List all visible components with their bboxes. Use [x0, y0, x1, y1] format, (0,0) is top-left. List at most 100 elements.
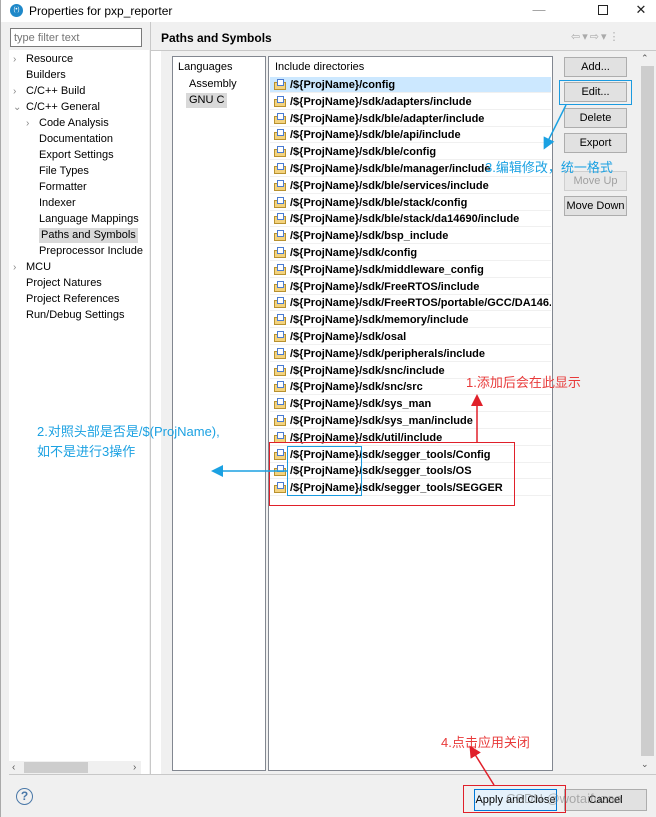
tree-item[interactable]: Indexer: [39, 196, 76, 211]
include-path: /${ProjName}/sdk/snc/src: [290, 381, 423, 394]
scroll-down-icon[interactable]: ⌄: [641, 759, 649, 770]
include-directories-header: Include directories: [275, 61, 365, 73]
include-row[interactable]: /${ProjName}/sdk/bsp_include: [270, 228, 551, 245]
languages-list: Languages Assembly GNU C: [172, 56, 266, 771]
chevron-right-icon[interactable]: ›: [13, 52, 16, 67]
tree-item[interactable]: Export Settings: [39, 148, 114, 163]
tree-item-label: Indexer: [39, 197, 76, 209]
include-path: /${ProjName}/sdk/middleware_config: [290, 263, 484, 276]
more-options-icon[interactable]: ⋮: [609, 31, 622, 43]
scroll-up-icon[interactable]: ⌃: [641, 53, 649, 64]
include-folder-icon: [274, 79, 287, 90]
tree-item-label: File Types: [39, 165, 89, 177]
eclipse-app-icon: (•): [10, 4, 23, 17]
tree-horizontal-scrollbar[interactable]: ‹ ›: [9, 761, 141, 774]
tree-item[interactable]: Project Natures: [26, 276, 102, 291]
include-folder-icon: [274, 381, 287, 393]
include-path: /${ProjName}/sdk/sys_man: [290, 398, 432, 411]
scroll-thumb[interactable]: [24, 762, 88, 773]
scroll-thumb[interactable]: [641, 66, 654, 756]
tree-item[interactable]: Preprocessor Include: [39, 244, 143, 259]
tree-item[interactable]: › C/C++ Build: [13, 84, 86, 99]
include-row[interactable]: /${ProjName}/sdk/ble/stack/config: [270, 195, 551, 211]
include-row[interactable]: /${ProjName}/sdk/sys_man/include: [270, 413, 551, 429]
tree-item[interactable]: Formatter: [39, 180, 87, 195]
include-path: /${ProjName}/sdk/ble/api/include: [290, 129, 461, 142]
include-folder-icon: [274, 314, 287, 326]
include-folder-icon: [274, 347, 287, 359]
include-row[interactable]: /${ProjName}/config: [270, 77, 551, 93]
tree-item[interactable]: › MCU: [13, 260, 52, 275]
include-path: /${ProjName}/sdk/ble/manager/include: [290, 163, 491, 175]
include-path: /${ProjName}/sdk/ble/stack/da14690/inclu…: [290, 213, 520, 226]
annotation-step3: 3.编辑修改，统一格式: [485, 160, 613, 175]
tree-item[interactable]: Documentation: [39, 132, 113, 147]
back-menu-icon[interactable]: ▾: [582, 31, 590, 43]
include-folder-icon: [274, 263, 287, 275]
filter-input[interactable]: [10, 28, 142, 47]
minimize-button[interactable]: —: [519, 0, 559, 22]
content-margin: [151, 51, 161, 774]
include-row[interactable]: /${ProjName}/sdk/ble/services/include: [270, 178, 551, 194]
include-path: /${ProjName}/sdk/FreeRTOS/include: [290, 280, 480, 293]
include-row[interactable]: /${ProjName}/sdk/ble/adapter/include: [270, 111, 551, 127]
help-icon[interactable]: ?: [16, 788, 33, 805]
forward-menu-icon[interactable]: ▾: [601, 31, 609, 43]
forward-arrow-icon[interactable]: ⇨: [590, 31, 601, 43]
page-vertical-scrollbar[interactable]: ⌃ ⌄: [635, 51, 656, 774]
include-path: /${ProjName}/sdk/ble/stack/config: [290, 196, 468, 209]
tree-item[interactable]: Builders: [26, 68, 66, 83]
include-row[interactable]: /${ProjName}/sdk/config: [270, 245, 551, 261]
include-folder-icon: [274, 331, 287, 342]
include-row[interactable]: /${ProjName}/sdk/sys_man: [270, 396, 551, 413]
scroll-left-icon[interactable]: ‹: [12, 761, 15, 774]
include-row[interactable]: /${ProjName}/sdk/FreeRTOS/include: [270, 279, 551, 295]
include-folder-icon: [274, 196, 287, 208]
tree-item-label: Project References: [26, 293, 120, 305]
include-row[interactable]: /${ProjName}/sdk/osal: [270, 329, 551, 345]
delete-button[interactable]: Delete: [564, 108, 627, 128]
maximize-button[interactable]: [583, 0, 623, 22]
projname-highlight-box: [287, 446, 362, 496]
tree-item[interactable]: Project References: [26, 292, 120, 307]
watermark: CSDN @wotaifuzao: [506, 791, 622, 806]
tree-item[interactable]: ⌄ C/C++ General: [13, 100, 100, 115]
include-folder-icon: [274, 297, 287, 309]
tree-item[interactable]: › Code Analysis: [26, 116, 109, 131]
export-button[interactable]: Export: [564, 133, 627, 153]
tree-item-label: C/C++ Build: [26, 85, 86, 97]
close-button[interactable]: ✕: [621, 0, 656, 22]
include-row[interactable]: /${ProjName}/sdk/ble/stack/da14690/inclu…: [270, 211, 551, 228]
tree-item[interactable]: › Resource: [13, 52, 73, 67]
chevron-right-icon[interactable]: ›: [26, 116, 29, 131]
tree-item-label: MCU: [26, 261, 52, 273]
include-row[interactable]: /${ProjName}/sdk/ble/api/include: [270, 127, 551, 144]
tree-item-label: C/C++ General: [26, 101, 100, 113]
tree-item[interactable]: Language Mappings: [39, 212, 139, 227]
include-folder-icon: [274, 280, 287, 292]
tree-item[interactable]: Run/Debug Settings: [26, 308, 124, 323]
include-folder-icon: [274, 398, 287, 410]
page-navigation: ⇦▾⇨▾⋮: [571, 30, 622, 43]
add-button[interactable]: Add...: [564, 57, 627, 77]
include-row[interactable]: /${ProjName}/sdk/FreeRTOS/portable/GCC/D…: [270, 295, 551, 312]
chevron-down-icon[interactable]: ⌄: [13, 100, 21, 115]
language-item-assembly[interactable]: Assembly: [189, 77, 237, 92]
chevron-right-icon[interactable]: ›: [13, 84, 16, 99]
include-path: /${ProjName}/sdk/bsp_include: [290, 230, 449, 243]
include-row[interactable]: /${ProjName}/sdk/adapters/include: [270, 94, 551, 110]
include-path: /${ProjName}/config: [290, 79, 396, 91]
include-row[interactable]: /${ProjName}/sdk/peripherals/include: [270, 346, 551, 362]
back-arrow-icon[interactable]: ⇦: [571, 31, 582, 43]
tree-item[interactable]: Paths and Symbols: [39, 228, 138, 243]
maximize-icon: [598, 5, 608, 15]
include-row[interactable]: /${ProjName}/sdk/middleware_config: [270, 262, 551, 278]
title-bar: (•) Properties for pxp_reporter — ✕: [1, 0, 656, 22]
tree-item-label: Project Natures: [26, 277, 102, 289]
scroll-right-icon[interactable]: ›: [133, 761, 136, 774]
move-down-button[interactable]: Move Down: [564, 196, 627, 216]
tree-item[interactable]: File Types: [39, 164, 89, 179]
language-item-gnu-c[interactable]: GNU C: [186, 93, 228, 108]
chevron-right-icon[interactable]: ›: [13, 260, 16, 275]
include-row[interactable]: /${ProjName}/sdk/memory/include: [270, 312, 551, 329]
